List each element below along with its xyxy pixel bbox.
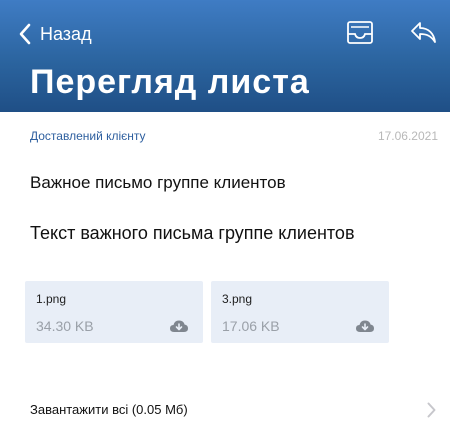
attachment-name: 1.png [36, 292, 67, 306]
back-label: Назад [40, 24, 92, 44]
back-button[interactable]: Назад [18, 20, 92, 48]
chevron-right-icon [427, 402, 436, 418]
attachment-name: 3.png [222, 292, 253, 306]
message-date: 17.06.2021 [377, 129, 438, 143]
attachment-card[interactable]: 1.png 34.30 KB [25, 281, 203, 343]
archive-tray-icon [347, 21, 373, 44]
delivery-status: Доставлений клієнту [30, 129, 146, 143]
page-title: Перегляд листа [30, 63, 310, 101]
cloud-download-icon[interactable] [169, 319, 189, 333]
navigation-header: Назад Перегляд листа [0, 0, 450, 112]
reply-button[interactable] [408, 18, 438, 48]
message-subject: Важное письмо группе клиентов [30, 173, 286, 192]
attachment-size: 17.06 KB [222, 318, 280, 334]
attachment-size: 34.30 KB [36, 318, 94, 334]
download-all-row[interactable]: Завантажити всі (0.05 Мб) [0, 392, 450, 430]
archive-button[interactable] [345, 18, 375, 48]
chevron-left-icon [19, 23, 31, 45]
attachment-card[interactable]: 3.png 17.06 KB [211, 281, 389, 343]
cloud-download-icon[interactable] [355, 319, 375, 333]
reply-icon [411, 22, 436, 43]
download-all-label: Завантажити всі (0.05 Мб) [30, 402, 188, 417]
message-body: Текст важного письма группе клиентов [30, 223, 355, 243]
